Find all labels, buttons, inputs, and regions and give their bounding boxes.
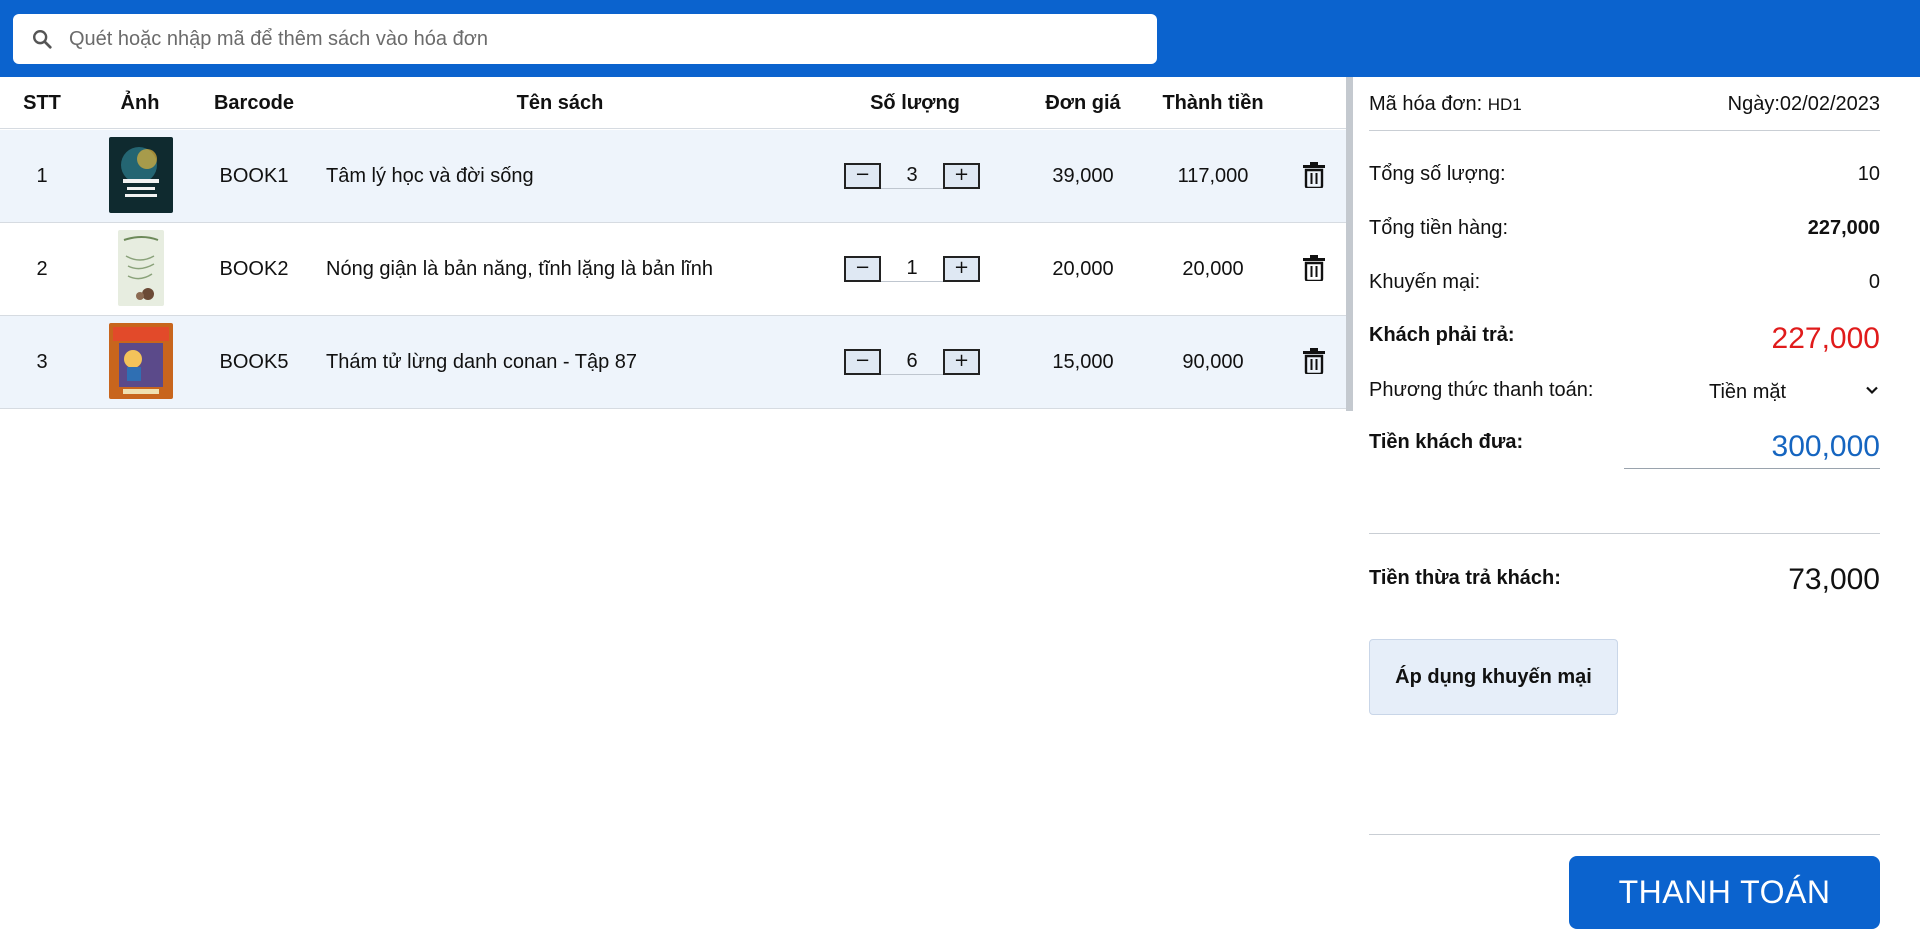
change-row: Tiền thừa trả khách: 73,000 xyxy=(1369,563,1880,603)
row-price: 15,000 xyxy=(1052,351,1114,373)
given-label: Tiền khách đưa: xyxy=(1369,431,1524,453)
quantity-value[interactable]: 6 xyxy=(881,349,943,375)
decrease-button[interactable]: − xyxy=(844,163,881,189)
quantity-stepper: − 6 + xyxy=(844,349,980,375)
row-stt: 3 xyxy=(36,351,48,373)
decrease-button[interactable]: − xyxy=(844,256,881,282)
book-cover-image xyxy=(109,137,173,213)
row-barcode: BOOK5 xyxy=(219,351,289,373)
table-row: 3 BOOK5 Thám tử lừng danh conan - Tập 87… xyxy=(0,316,1346,409)
must-pay-value: 227,000 xyxy=(1771,322,1880,355)
total-goods-value: 227,000 xyxy=(1807,217,1880,239)
header-total: Thành tiền xyxy=(1162,92,1264,114)
row-stt: 2 xyxy=(36,258,48,280)
increase-button[interactable]: + xyxy=(943,256,980,282)
chevron-down-icon xyxy=(1864,381,1880,404)
header-title: Tên sách xyxy=(516,92,604,114)
must-pay-label: Khách phải trả: xyxy=(1369,324,1515,346)
cart-table: STT Ảnh Barcode Tên sách Số lượng Đơn gi… xyxy=(0,77,1346,943)
row-stt: 1 xyxy=(36,165,48,187)
invoice-code-label: Mã hóa đơn: xyxy=(1369,93,1483,115)
quantity-value[interactable]: 3 xyxy=(881,163,943,189)
book-cover-image xyxy=(118,230,164,306)
row-total: 90,000 xyxy=(1182,351,1244,373)
quantity-stepper: − 1 + xyxy=(844,256,980,282)
row-total: 20,000 xyxy=(1182,258,1244,280)
search-input[interactable] xyxy=(69,27,1129,51)
change-label: Tiền thừa trả khách: xyxy=(1369,567,1561,589)
row-title: Thám tử lừng danh conan - Tập 87 xyxy=(326,351,638,373)
header-image: Ảnh xyxy=(120,92,160,114)
row-title: Tâm lý học và đời sống xyxy=(326,165,534,187)
payment-method-value: Tiền mặt xyxy=(1709,380,1787,403)
must-pay-row: Khách phải trả: 227,000 xyxy=(1369,322,1880,362)
invoice-code-value: HD1 xyxy=(1487,95,1522,114)
table-row: 2 BOOK2 Nóng giận là bản năng, tĩnh lặng… xyxy=(0,223,1346,316)
header-qty: Số lượng xyxy=(870,92,960,114)
apply-promotion-button[interactable]: Áp dụng khuyến mại xyxy=(1369,639,1618,715)
invoice-code-row: Mã hóa đơn: HD1 Ngày:02/02/2023 xyxy=(1369,93,1880,123)
invoice-date-label: Ngày: xyxy=(1727,93,1780,115)
invoice-panel: Mã hóa đơn: HD1 Ngày:02/02/2023 Tổng số … xyxy=(1369,77,1880,943)
header-stt: STT xyxy=(23,92,61,114)
quantity-stepper: − 3 + xyxy=(844,163,980,189)
total-goods-label: Tổng tiền hàng: xyxy=(1369,217,1508,239)
total-qty-label: Tổng số lượng: xyxy=(1369,163,1506,185)
divider xyxy=(1369,533,1880,534)
trash-icon[interactable] xyxy=(1303,162,1325,190)
increase-button[interactable]: + xyxy=(943,349,980,375)
trash-icon[interactable] xyxy=(1303,348,1325,376)
payment-method-row: Phương thức thanh toán: Tiền mặt xyxy=(1369,377,1880,411)
total-qty-value: 10 xyxy=(1857,163,1880,185)
payment-method-select[interactable]: Tiền mặt xyxy=(1697,377,1880,407)
row-price: 20,000 xyxy=(1052,258,1114,280)
row-total: 117,000 xyxy=(1177,165,1249,187)
header-price: Đơn giá xyxy=(1045,92,1121,114)
vertical-divider xyxy=(1346,77,1353,411)
total-qty-row: Tổng số lượng: 10 xyxy=(1369,163,1880,193)
given-row: Tiền khách đưa: 300,000 xyxy=(1369,425,1880,475)
row-title: Nóng giận là bản năng, tĩnh lặng là bản … xyxy=(326,258,713,280)
search-box[interactable] xyxy=(13,14,1157,64)
search-icon xyxy=(29,26,55,52)
discount-label: Khuyến mại: xyxy=(1369,271,1481,293)
invoice-date-value: 02/02/2023 xyxy=(1779,93,1880,115)
total-goods-row: Tổng tiền hàng: 227,000 xyxy=(1369,217,1880,247)
divider xyxy=(1369,834,1880,835)
quantity-value[interactable]: 1 xyxy=(881,256,943,282)
increase-button[interactable]: + xyxy=(943,163,980,189)
table-row: 1 BOOK1 Tâm lý học và đời sống − 3 + 39,… xyxy=(0,130,1346,223)
discount-value: 0 xyxy=(1868,271,1880,293)
pay-button[interactable]: THANH TOÁN xyxy=(1569,856,1880,929)
discount-row: Khuyến mại: 0 xyxy=(1369,271,1880,301)
table-header: STT Ảnh Barcode Tên sách Số lượng Đơn gi… xyxy=(0,77,1346,129)
trash-icon[interactable] xyxy=(1303,255,1325,283)
payment-method-label: Phương thức thanh toán: xyxy=(1369,379,1594,401)
decrease-button[interactable]: − xyxy=(844,349,881,375)
given-amount-input[interactable]: 300,000 xyxy=(1624,425,1880,469)
row-price: 39,000 xyxy=(1052,165,1114,187)
top-bar xyxy=(0,0,1920,77)
book-cover-image xyxy=(109,323,173,399)
header-barcode: Barcode xyxy=(213,92,295,114)
change-value: 73,000 xyxy=(1788,563,1880,596)
divider xyxy=(1369,130,1880,131)
row-barcode: BOOK1 xyxy=(219,165,289,187)
row-barcode: BOOK2 xyxy=(219,258,289,280)
